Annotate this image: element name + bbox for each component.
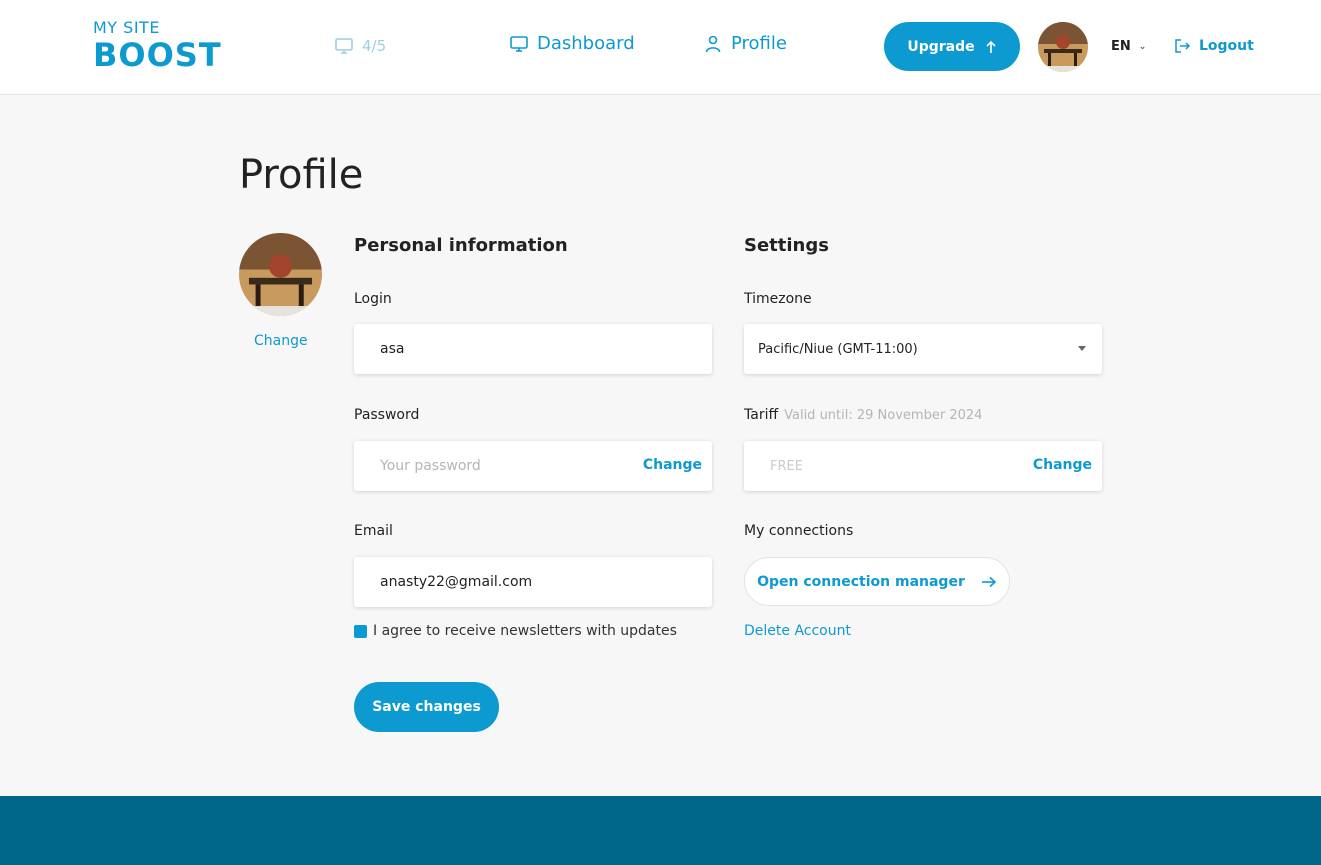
tariff-value: FREE (770, 458, 803, 474)
login-field-wrapper (354, 324, 712, 374)
tariff-label: Tariff (744, 407, 779, 423)
newsletter-checkbox[interactable] (354, 624, 367, 638)
login-label: Login (354, 291, 392, 307)
profile-avatar[interactable] (239, 233, 322, 316)
header-avatar[interactable] (1038, 22, 1088, 72)
timezone-label: Timezone (744, 291, 812, 307)
logo-big-text: BOOST (93, 36, 222, 74)
tariff-change-link[interactable]: Change (1033, 457, 1092, 473)
header: MY SITE BOOST 4/5 Dashboard Profile Upgr… (0, 0, 1321, 95)
login-input[interactable] (354, 324, 712, 374)
logo[interactable]: MY SITE BOOST (93, 18, 233, 74)
footer (0, 796, 1321, 865)
user-icon (705, 35, 721, 52)
connections-button-label: Open connection manager (757, 573, 965, 590)
newsletter-label: I agree to receive newsletters with upda… (373, 623, 677, 639)
chevron-down-icon: ⌄ (1138, 41, 1147, 52)
tariff-field: FREE Change (744, 441, 1102, 491)
password-field-wrapper: Change (354, 441, 712, 491)
timezone-select[interactable]: Pacific/Niue (GMT-11:00) (744, 324, 1102, 374)
open-connection-manager-button[interactable]: Open connection manager (744, 557, 1010, 606)
personal-info-title: Personal information (354, 235, 568, 256)
site-counter: 4/5 (334, 36, 386, 56)
monitor-icon (335, 38, 353, 54)
settings-title: Settings (744, 235, 829, 256)
nav-dashboard[interactable]: Dashboard (509, 33, 635, 54)
connections-label: My connections (744, 523, 854, 539)
upgrade-button[interactable]: Upgrade (884, 22, 1020, 71)
logout-icon (1175, 39, 1191, 53)
logout-link[interactable]: Logout (1174, 38, 1254, 54)
language-selector[interactable]: EN ⌄ (1111, 39, 1146, 54)
nav-profile-label: Profile (731, 33, 787, 54)
avatar-change-link[interactable]: Change (254, 333, 308, 349)
email-field-wrapper (354, 557, 712, 607)
upgrade-label: Upgrade (907, 38, 975, 55)
delete-account-link[interactable]: Delete Account (744, 623, 851, 639)
arrow-right-icon (981, 576, 997, 587)
password-label: Password (354, 407, 420, 423)
newsletter-row[interactable]: I agree to receive newsletters with upda… (354, 623, 677, 639)
avatar-image (1038, 22, 1088, 72)
language-label: EN (1111, 39, 1131, 54)
password-change-link[interactable]: Change (643, 457, 702, 473)
email-label: Email (354, 523, 393, 539)
monitor-icon (510, 35, 528, 52)
timezone-value: Pacific/Niue (GMT-11:00) (758, 341, 918, 357)
nav-profile[interactable]: Profile (703, 33, 787, 54)
logo-small-text: MY SITE (93, 18, 160, 37)
caret-down-icon (1078, 346, 1086, 351)
save-changes-button[interactable]: Save changes (354, 682, 499, 732)
counter-text: 4/5 (362, 37, 387, 55)
tariff-valid-until: Valid until: 29 November 2024 (784, 408, 983, 423)
logout-label: Logout (1199, 38, 1254, 54)
nav-dashboard-label: Dashboard (537, 33, 635, 54)
page-title: Profile (239, 152, 364, 198)
avatar-image (239, 233, 322, 316)
email-input[interactable] (354, 557, 712, 607)
tariff-label-row: Tariff Valid until: 29 November 2024 (744, 407, 982, 423)
arrow-up-icon (986, 40, 996, 53)
